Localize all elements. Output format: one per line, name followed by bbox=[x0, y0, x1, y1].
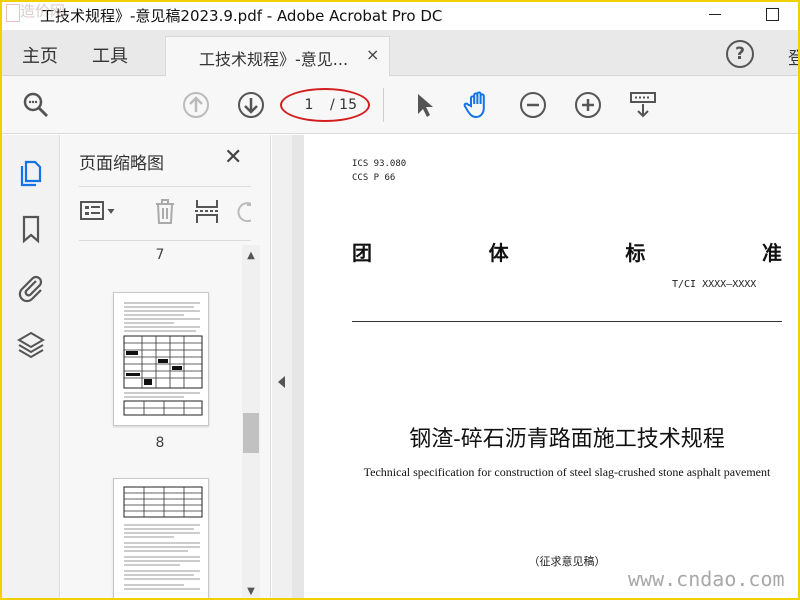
collapse-arrow-icon[interactable] bbox=[278, 376, 285, 388]
scroll-up-icon[interactable]: ▲ bbox=[245, 250, 257, 262]
scrollbar-thumb[interactable] bbox=[243, 413, 259, 453]
minimize-button[interactable] bbox=[705, 4, 725, 24]
left-icon-rail bbox=[0, 135, 60, 600]
toolbar-divider bbox=[383, 88, 384, 122]
toolbar bbox=[0, 76, 800, 134]
doc-standard-char: 团 bbox=[352, 241, 372, 265]
pdf-page: ICS 93.080 CCS P 66 团 体 标 准 T/CI XXXX—XX… bbox=[304, 135, 800, 600]
bookmark-icon[interactable] bbox=[15, 213, 47, 245]
doc-title-en: Technical specification for construction… bbox=[363, 465, 771, 479]
doc-title-cn: 钢渣-碎石沥青路面施工技术规程 bbox=[409, 427, 725, 452]
layers-icon[interactable] bbox=[15, 329, 47, 361]
sign-in-link[interactable]: 登 bbox=[788, 44, 800, 69]
hand-tool-icon[interactable] bbox=[462, 89, 494, 121]
previous-page-icon[interactable] bbox=[180, 89, 212, 121]
keyboard-scroll-icon[interactable] bbox=[627, 89, 659, 121]
doc-ics-code: ICS 93.080 bbox=[352, 159, 407, 169]
search-zoom-icon[interactable] bbox=[20, 89, 52, 121]
tab-document[interactable]: 工技术规程》-意见... × bbox=[165, 36, 390, 76]
window-title: 工技术规程》-意见稿2023.9.pdf - Adobe Acrobat Pro… bbox=[40, 7, 443, 25]
rotate-page-icon[interactable] bbox=[231, 195, 251, 227]
select-cursor-icon[interactable] bbox=[408, 89, 440, 121]
doc-standard-type: 团 体 标 准 bbox=[352, 237, 782, 266]
panel-divider bbox=[79, 240, 251, 241]
tab-bar: 主页 工具 工技术规程》-意见... × ? 登 bbox=[0, 30, 800, 76]
panel-collapse-strip[interactable] bbox=[272, 135, 292, 600]
attachment-icon[interactable] bbox=[15, 271, 47, 303]
tab-tools[interactable]: 工具 bbox=[92, 42, 128, 68]
maximize-button[interactable] bbox=[762, 4, 782, 24]
doc-standard-char: 体 bbox=[488, 241, 509, 265]
tab-close-icon[interactable]: × bbox=[366, 45, 379, 64]
panel-close-icon[interactable]: ✕ bbox=[224, 145, 242, 170]
panel-divider bbox=[79, 186, 251, 187]
thumbnail-scrollbar[interactable]: ▲ ▼ bbox=[242, 245, 260, 600]
insert-page-icon[interactable] bbox=[191, 195, 223, 227]
panel-title: 页面缩略图 bbox=[79, 154, 164, 174]
doc-standard-char: 准 bbox=[761, 241, 782, 265]
document-logo-icon bbox=[6, 4, 20, 22]
delete-page-icon[interactable] bbox=[149, 195, 181, 227]
help-icon[interactable]: ? bbox=[726, 40, 754, 68]
next-page-icon[interactable] bbox=[235, 89, 267, 121]
thumbnail-label: 7 bbox=[155, 247, 165, 263]
doc-standard-number: T/CI XXXX—XXXX bbox=[672, 279, 757, 290]
doc-rule bbox=[352, 321, 782, 322]
thumbnail-panel: 页面缩略图 ✕ 7 8 ▲ ▼ bbox=[61, 135, 271, 600]
thumbnail-options-icon[interactable] bbox=[79, 195, 123, 227]
highlight-annotation bbox=[280, 88, 370, 122]
document-viewer: ICS 93.080 CCS P 66 团 体 标 准 T/CI XXXX—XX… bbox=[292, 135, 800, 600]
title-bar: 造价网 工技术规程》-意见稿2023.9.pdf - Adobe Acrobat… bbox=[0, 0, 800, 30]
tab-home[interactable]: 主页 bbox=[22, 42, 58, 68]
doc-standard-char: 标 bbox=[625, 241, 646, 265]
zoom-in-icon[interactable] bbox=[572, 89, 604, 121]
page-thumbnail[interactable] bbox=[113, 292, 209, 426]
page-thumbnails-icon[interactable] bbox=[15, 155, 47, 187]
doc-ccs-code: CCS P 66 bbox=[352, 173, 396, 183]
thumbnail-label: 8 bbox=[155, 435, 165, 451]
tab-document-label: 工技术规程》-意见... bbox=[199, 50, 349, 69]
doc-classification: ICS 93.080 CCS P 66 bbox=[352, 157, 406, 185]
site-watermark: www.cndao.com bbox=[628, 567, 785, 591]
zoom-out-icon[interactable] bbox=[517, 89, 549, 121]
watermark-logo: 造价网 bbox=[6, 0, 65, 22]
scroll-down-icon[interactable]: ▼ bbox=[245, 586, 257, 598]
page-thumbnail[interactable] bbox=[113, 478, 209, 600]
